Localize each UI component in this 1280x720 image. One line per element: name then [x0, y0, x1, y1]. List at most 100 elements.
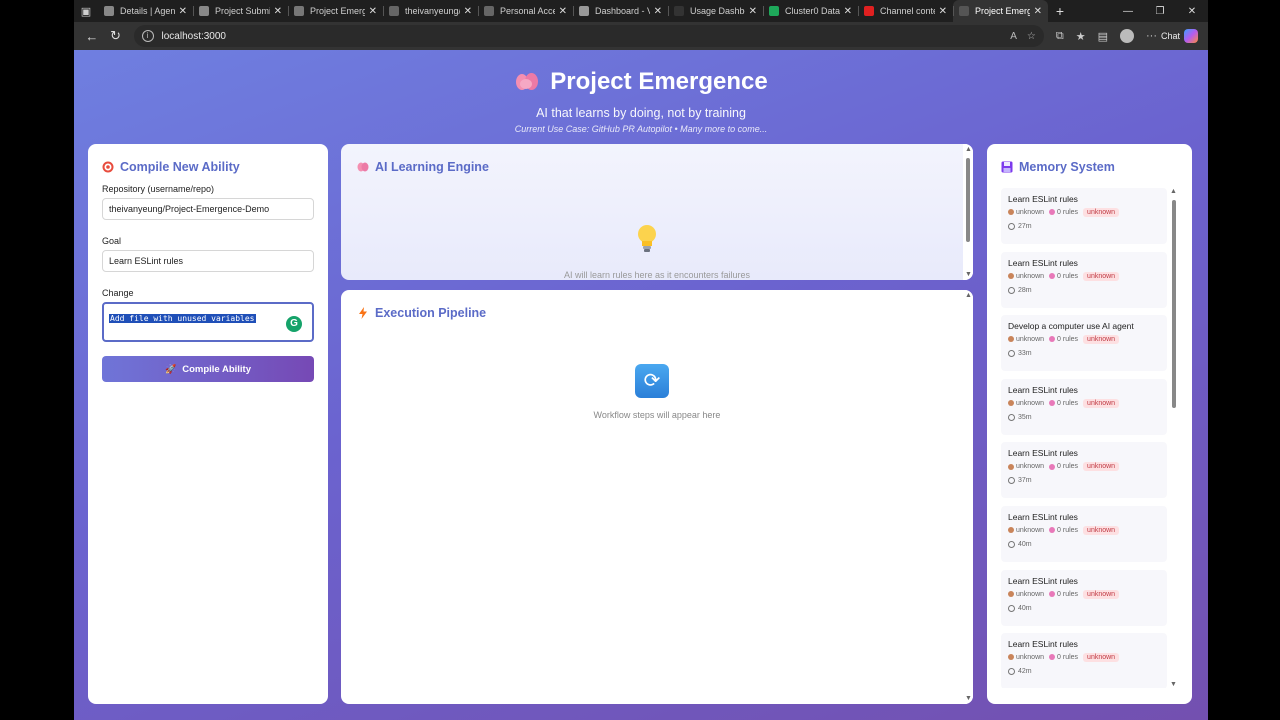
refresh-icon[interactable]: ↻ [104, 24, 128, 48]
close-window-icon[interactable]: ✕ [1176, 6, 1208, 17]
memory-item-time-text: 40m [1018, 604, 1032, 612]
url-field[interactable]: i localhost:3000 A ☆ [133, 25, 1044, 47]
memory-item-rules: 0 rules [1057, 463, 1079, 471]
rules-indicator: 0 rules [1049, 336, 1078, 343]
profile-avatar[interactable] [1120, 29, 1134, 43]
site-info-icon[interactable]: i [141, 30, 154, 42]
memory-item-rules: 0 rules [1057, 399, 1079, 407]
scroll-thumb[interactable] [966, 158, 970, 242]
tab-close-icon[interactable]: ✕ [844, 6, 852, 17]
rules-indicator: 0 rules [1049, 400, 1078, 407]
status-badge: unknown [1083, 398, 1120, 408]
memory-item[interactable]: Learn ESLint rules unknown 0 rules unknown 3… [1001, 442, 1167, 499]
repo-input[interactable]: theivanyeung/Project-Emergence-Demo [102, 198, 314, 220]
tab-actions-icon[interactable]: ▣ [74, 0, 98, 22]
memory-item-rules: 0 rules [1057, 526, 1079, 534]
goal-label: Goal [102, 236, 122, 246]
memory-item-title: Learn ESLint rules [1008, 384, 1078, 395]
memory-item-title: Learn ESLint rules [1008, 639, 1078, 650]
memory-item-rules: 0 rules [1057, 336, 1079, 344]
memory-item[interactable]: Develop a computer use AI agent unknown 0 … [1001, 315, 1167, 372]
memory-item[interactable]: Learn ESLint rules unknown 0 rules unknown 3… [1001, 378, 1167, 435]
memory-item-meta: unknown 0 rules unknown [1008, 398, 1160, 408]
brain-dot-icon [1049, 590, 1056, 597]
url-text: localhost:3000 [161, 30, 227, 42]
more-icon[interactable]: ··· [1146, 30, 1157, 42]
status-dot-icon [1008, 527, 1014, 534]
scroll-up-icon[interactable]: ▲ [965, 292, 972, 299]
memory-item[interactable]: Learn ESLint rules unknown 0 rules unknown 4… [1001, 569, 1167, 626]
memory-item-time-text: 28m [1018, 286, 1032, 294]
address-bar: ← ↻ i localhost:3000 A ☆ ⧉ ★ ▤ ··· Chat [74, 22, 1208, 50]
memory-item-status: unknown [1016, 209, 1045, 216]
page-subtitle: AI that learns by doing, not by training [536, 106, 746, 120]
tab-close-icon[interactable]: ✕ [939, 6, 947, 17]
scroll-down-icon[interactable]: ▼ [965, 271, 972, 278]
change-textarea[interactable]: Add file with unused variables G [102, 302, 314, 342]
browser-tab[interactable]: theivanyeung/ ✕ [383, 0, 478, 22]
tab-close-icon[interactable]: ✕ [559, 6, 567, 17]
memory-item[interactable]: Learn ESLint rules unknown 0 rules unknown 2… [1001, 188, 1167, 244]
tab-close-icon[interactable]: ✕ [369, 6, 377, 17]
new-tab-button[interactable]: + [1048, 3, 1072, 19]
memory-item-time: 27m [1008, 223, 1160, 230]
browser-tab[interactable]: Usage Dashbo ✕ [668, 0, 763, 22]
memory-item-time: 35m [1008, 413, 1160, 421]
tab-close-icon[interactable]: ✕ [464, 6, 472, 17]
memory-item[interactable]: Learn ESLint rules unknown 0 rules unknown 4… [1001, 505, 1167, 562]
minimize-icon[interactable]: — [1112, 6, 1144, 17]
browser-tab[interactable]: Dashboard - V ✕ [573, 0, 668, 22]
grammarly-icon[interactable]: G [286, 316, 302, 332]
tab-close-icon[interactable]: ✕ [1034, 6, 1042, 17]
tab-title: Project Submis [215, 6, 270, 16]
extensions-icon[interactable]: ⧉ [1056, 30, 1064, 43]
memory-item-time: 42m [1008, 668, 1160, 676]
learning-empty-text: AI will learn rules here as it encounter… [563, 270, 751, 280]
tab-close-icon[interactable]: ✕ [179, 6, 187, 17]
browser-tab[interactable]: Project Submis ✕ [193, 0, 288, 22]
memory-item-title: Learn ESLint rules [1008, 575, 1078, 586]
browser-tab[interactable]: Cluster0 Data ✕ [763, 0, 858, 22]
memory-item-meta: unknown 0 rules unknown [1008, 589, 1160, 599]
memory-item-status: unknown [1016, 272, 1045, 280]
browser-tab[interactable]: Channel conte ✕ [858, 0, 953, 22]
memory-item[interactable]: Learn ESLint rules unknown 0 rules unknown 4… [1001, 633, 1167, 688]
learning-scrollbar[interactable]: ▲ ▼ [963, 144, 973, 280]
favorite-icon[interactable]: ☆ [1027, 31, 1036, 42]
memory-scrollbar[interactable]: ▲ ▼ [1170, 188, 1178, 688]
chat-button[interactable]: Chat [1157, 29, 1202, 43]
scroll-up-icon[interactable]: ▲ [965, 146, 972, 153]
page-title-text: Project Emergence [550, 68, 768, 95]
memory-item-rules: 0 rules [1057, 654, 1079, 662]
browser-tab[interactable]: Details | Agent ✕ [98, 0, 193, 22]
scroll-down-icon[interactable]: ▼ [1170, 681, 1177, 688]
goal-input[interactable]: Learn ESLint rules [102, 250, 314, 272]
clock-icon [1008, 540, 1015, 548]
collections-icon[interactable]: ▤ [1098, 30, 1108, 43]
back-icon[interactable]: ← [80, 24, 104, 48]
memory-item-time: 33m [1008, 350, 1160, 358]
restore-icon[interactable]: ❐ [1144, 6, 1176, 17]
status-indicator: unknown [1008, 336, 1044, 343]
memory-item-title: Learn ESLint rules [1008, 448, 1078, 459]
tab-close-icon[interactable]: ✕ [749, 6, 757, 17]
scroll-down-icon[interactable]: ▼ [965, 695, 972, 702]
pipeline-scrollbar[interactable]: ▲ ▼ [963, 290, 973, 704]
compile-ability-button[interactable]: 🚀 Compile Ability [102, 356, 314, 382]
memory-item[interactable]: Learn ESLint rules unknown 0 rules unknown 2… [1001, 251, 1167, 308]
brain-small-icon [357, 161, 369, 173]
browser-tab[interactable]: Project Emerg ✕ [953, 0, 1048, 22]
tab-close-icon[interactable]: ✕ [654, 6, 662, 17]
scroll-up-icon[interactable]: ▲ [1170, 188, 1177, 195]
tab-close-icon[interactable]: ✕ [274, 6, 282, 17]
scroll-thumb[interactable] [1172, 200, 1176, 408]
tab-title: theivanyeung/ [405, 6, 460, 16]
browser-tab[interactable]: Personal Acces ✕ [478, 0, 573, 22]
tab-title: Project Emerg [975, 6, 1030, 16]
memory-item-meta: unknown 0 rules unknown [1008, 335, 1160, 345]
browser-tab-bar: ▣ Details | Agent ✕ Project Submis ✕ Project… [74, 0, 1208, 22]
memory-title-text: Memory System [1019, 160, 1115, 174]
browser-tab[interactable]: Project Emerge ✕ [288, 0, 383, 22]
read-aloud-icon[interactable]: A [1010, 31, 1017, 42]
favorites-icon[interactable]: ★ [1076, 30, 1086, 43]
